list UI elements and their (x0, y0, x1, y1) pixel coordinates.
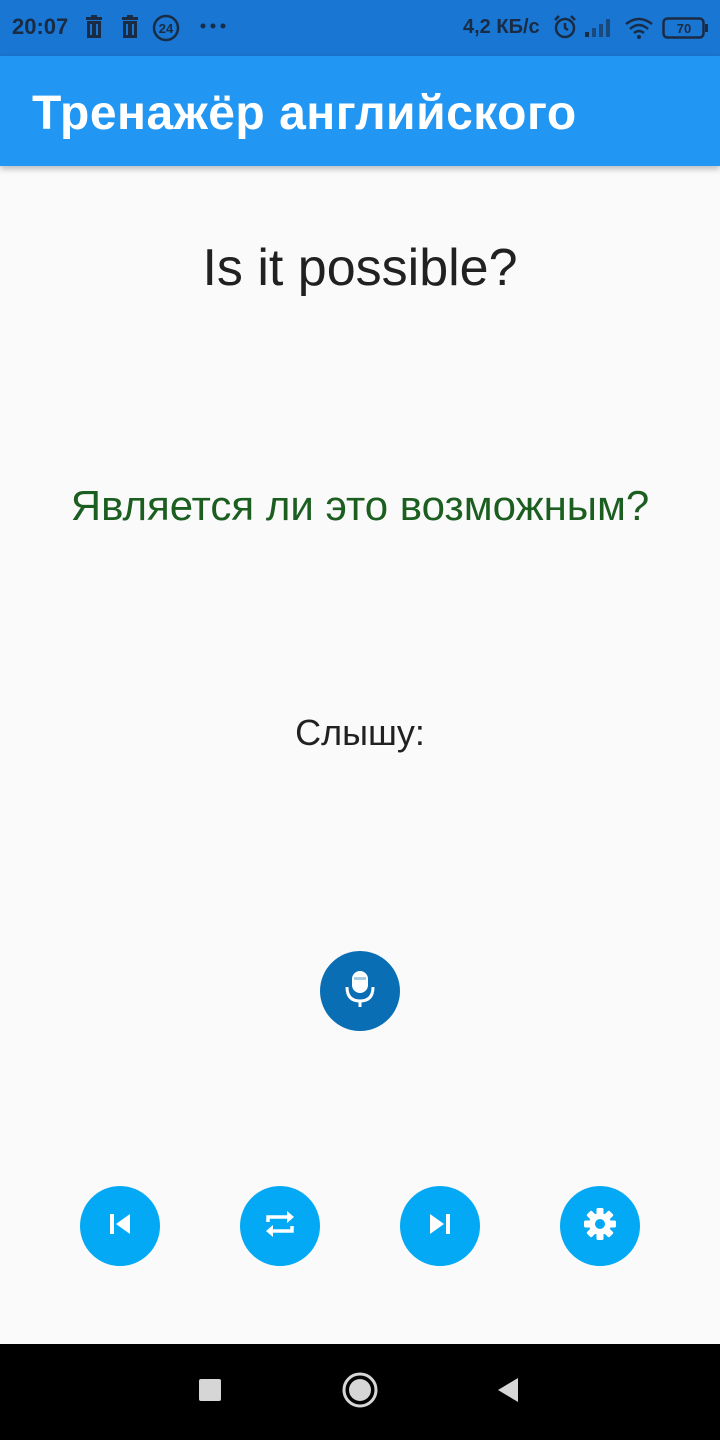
app-title: Тренажёр английского (32, 87, 577, 140)
wifi-icon (624, 16, 654, 42)
home-circle-icon (341, 1371, 379, 1414)
repeat-icon (262, 1206, 298, 1247)
next-button[interactable] (400, 1186, 480, 1266)
gear-icon (580, 1204, 620, 1249)
settings-button[interactable] (560, 1186, 640, 1266)
trash-icon (120, 14, 140, 40)
previous-button[interactable] (80, 1186, 160, 1266)
heard-label: Слышу: (295, 712, 425, 753)
screen: 20:07 24 4,2 КБ/с 70 Тренажёр английског… (0, 0, 720, 1440)
recents-square-icon (198, 1378, 222, 1407)
trash-icon (84, 14, 104, 40)
signal-icon (584, 16, 614, 42)
status-bar: 20:07 24 4,2 КБ/с 70 (0, 0, 720, 56)
russian-translation: Является ли это возможным? (70, 482, 650, 529)
home-button[interactable] (340, 1372, 380, 1412)
network-speed: 4,2 КБ/с (463, 16, 540, 38)
badge-number: 24 (159, 21, 174, 36)
badge-24-icon: 24 (152, 14, 180, 42)
battery-icon: 70 (662, 17, 710, 43)
alarm-icon (552, 14, 578, 40)
skip-next-icon (425, 1209, 455, 1244)
navigation-bar (0, 1344, 720, 1440)
english-phrase: Is it possible? (202, 239, 518, 297)
battery-level: 70 (677, 21, 691, 36)
recents-button[interactable] (190, 1372, 230, 1412)
app-bar: Тренажёр английского (0, 56, 720, 166)
repeat-button[interactable] (240, 1186, 320, 1266)
back-button[interactable] (488, 1372, 528, 1412)
skip-previous-icon (105, 1209, 135, 1244)
back-triangle-icon (494, 1376, 522, 1409)
status-time: 20:07 (12, 14, 69, 39)
microphone-button[interactable] (320, 951, 400, 1031)
microphone-icon (340, 967, 380, 1016)
more-dots-icon (198, 12, 228, 38)
